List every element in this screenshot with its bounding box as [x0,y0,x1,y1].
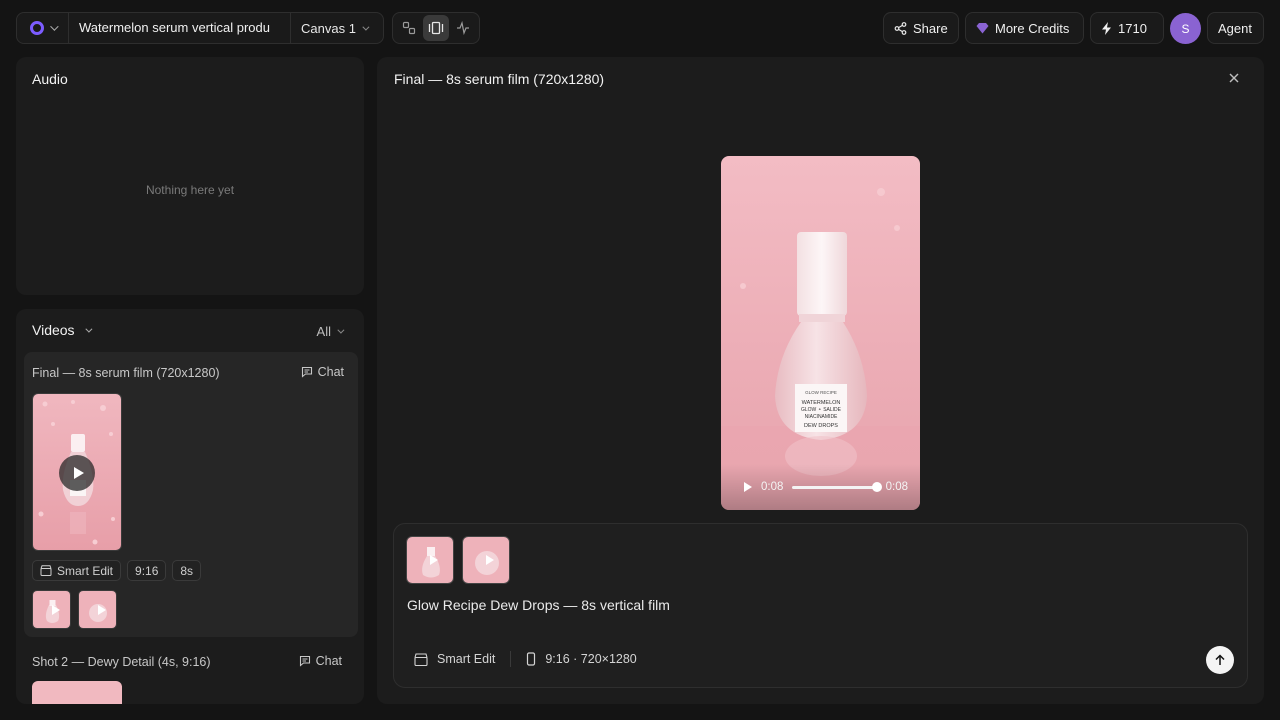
send-button[interactable] [1206,646,1234,674]
bottle-line-text: NIACINAMIDE [805,414,838,420]
bottle-line-text: WATERMELON [802,400,841,406]
audio-title: Audio [32,71,68,87]
preview-title: Final — 8s serum film (720x1280) [394,71,605,87]
play-icon [98,605,106,615]
divider [510,651,512,667]
chevron-down-icon [337,326,345,334]
source-clip-thumbnail[interactable] [78,590,117,629]
video-thumbnail[interactable] [32,393,122,551]
video-player[interactable]: GLOW RECIPE WATERMELON GLOW ⚬ SALIDE NIA… [721,156,920,510]
play-button[interactable] [59,455,95,491]
project-title[interactable]: Watermelon serum vertical produ [69,12,291,44]
project-selector: Watermelon serum vertical produ Canvas 1 [16,12,384,44]
chat-label: Chat [315,654,342,668]
chevron-down-icon [362,23,370,31]
reference-clip-thumbnail[interactable] [406,536,454,584]
reference-clip-thumbnail[interactable] [462,536,510,584]
credit-balance: 1710 [1118,20,1147,36]
view-mode-toggle [392,12,480,44]
audio-panel: Audio Nothing here yet [16,57,364,295]
smart-edit-label: Smart Edit [57,563,114,578]
carousel-view-button[interactable] [422,15,449,41]
play-icon [486,555,494,565]
chat-button[interactable]: Chat [299,654,342,668]
filter-label: All [316,324,331,339]
videos-title: Videos [32,322,75,338]
play-icon [430,555,438,565]
nodes-icon [403,21,416,35]
videos-filter-dropdown[interactable]: All [316,324,345,339]
current-time: 0:08 [761,481,784,493]
top-bar: Watermelon serum vertical produ Canvas 1… [0,0,1280,56]
activity-view-button[interactable] [450,15,476,41]
video-tags: Smart Edit 9:16 8s [32,560,202,581]
bottle-product-text: DEW DROPS [804,423,838,429]
share-icon [894,21,907,35]
duration-chip: 8s [172,560,202,581]
gem-icon [976,23,989,34]
aspect-ratio-chip: 9:16 [127,560,167,581]
chevron-down-icon [84,325,93,333]
share-button[interactable]: Share [883,12,959,44]
play-icon [73,467,84,479]
play-icon[interactable] [744,482,752,492]
share-label: Share [913,20,948,36]
smart-edit-label: Smart Edit [437,652,496,666]
agent-button[interactable]: Agent [1207,12,1264,44]
chat-label: Chat [317,365,344,379]
clapper-icon [40,565,52,576]
chevron-down-icon [49,22,59,31]
carousel-icon [428,21,444,35]
activity-icon [456,21,469,35]
bottle-line-text: GLOW ⚬ SALIDE [801,407,842,413]
chat-icon [299,655,310,667]
videos-panel: Videos All Final — 8s serum film (720x12… [16,309,364,704]
canvas-selector[interactable]: Canvas 1 [291,20,370,36]
node-view-button[interactable] [396,15,422,41]
composer-footer: Smart Edit 9:16 · 720×1280 [414,651,637,667]
prompt-composer: Glow Recipe Dew Drops — 8s vertical film… [393,523,1248,688]
format-label: 9:16 · 720×1280 [545,652,637,666]
play-icon [52,605,60,615]
chat-icon [301,366,312,378]
smart-edit-chip[interactable]: Smart Edit [32,560,122,581]
video-thumbnail[interactable] [32,681,122,704]
seek-handle[interactable] [871,481,882,492]
app-logo-icon [29,21,44,35]
videos-header[interactable]: Videos [32,322,93,338]
audio-empty-state: Nothing here yet [145,183,235,197]
video-card-title: Shot 2 — Dewy Detail (4s, 9:16) [32,655,211,669]
credit-balance-button[interactable]: 1710 [1090,12,1164,44]
close-icon[interactable] [1226,70,1242,86]
serum-bottle-image [32,681,122,704]
serum-bottle-image: GLOW RECIPE WATERMELON GLOW ⚬ SALIDE NIA… [721,156,920,510]
clapper-icon [414,652,428,666]
user-avatar[interactable]: S [1170,13,1201,44]
chat-button[interactable]: Chat [301,365,344,379]
canvas-label: Canvas 1 [301,20,356,36]
prompt-text[interactable]: Glow Recipe Dew Drops — 8s vertical film [407,597,670,613]
seek-bar[interactable] [792,481,882,492]
phone-icon [527,652,536,666]
player-controls: 0:08 0:08 [721,464,920,510]
arrow-up-icon [1215,654,1225,665]
source-clip-thumbnail[interactable] [32,590,71,629]
format-selector[interactable]: 9:16 · 720×1280 [526,652,637,666]
video-card[interactable]: Final — 8s serum film (720x1280) Chat Sm… [24,352,358,637]
video-card-title: Final — 8s serum film (720x1280) [32,366,220,380]
smart-edit-button[interactable]: Smart Edit [414,652,495,666]
app-menu-button[interactable] [17,13,69,43]
lightning-icon [1102,21,1111,35]
duration: 0:08 [885,481,908,493]
bottle-brand-text: GLOW RECIPE [805,390,837,395]
more-credits-label: More Credits [995,20,1070,36]
more-credits-button[interactable]: More Credits [965,12,1084,44]
agent-label: Agent [1218,20,1252,36]
video-preview-panel: Final — 8s serum film (720x1280) GLOW RE… [377,57,1264,704]
